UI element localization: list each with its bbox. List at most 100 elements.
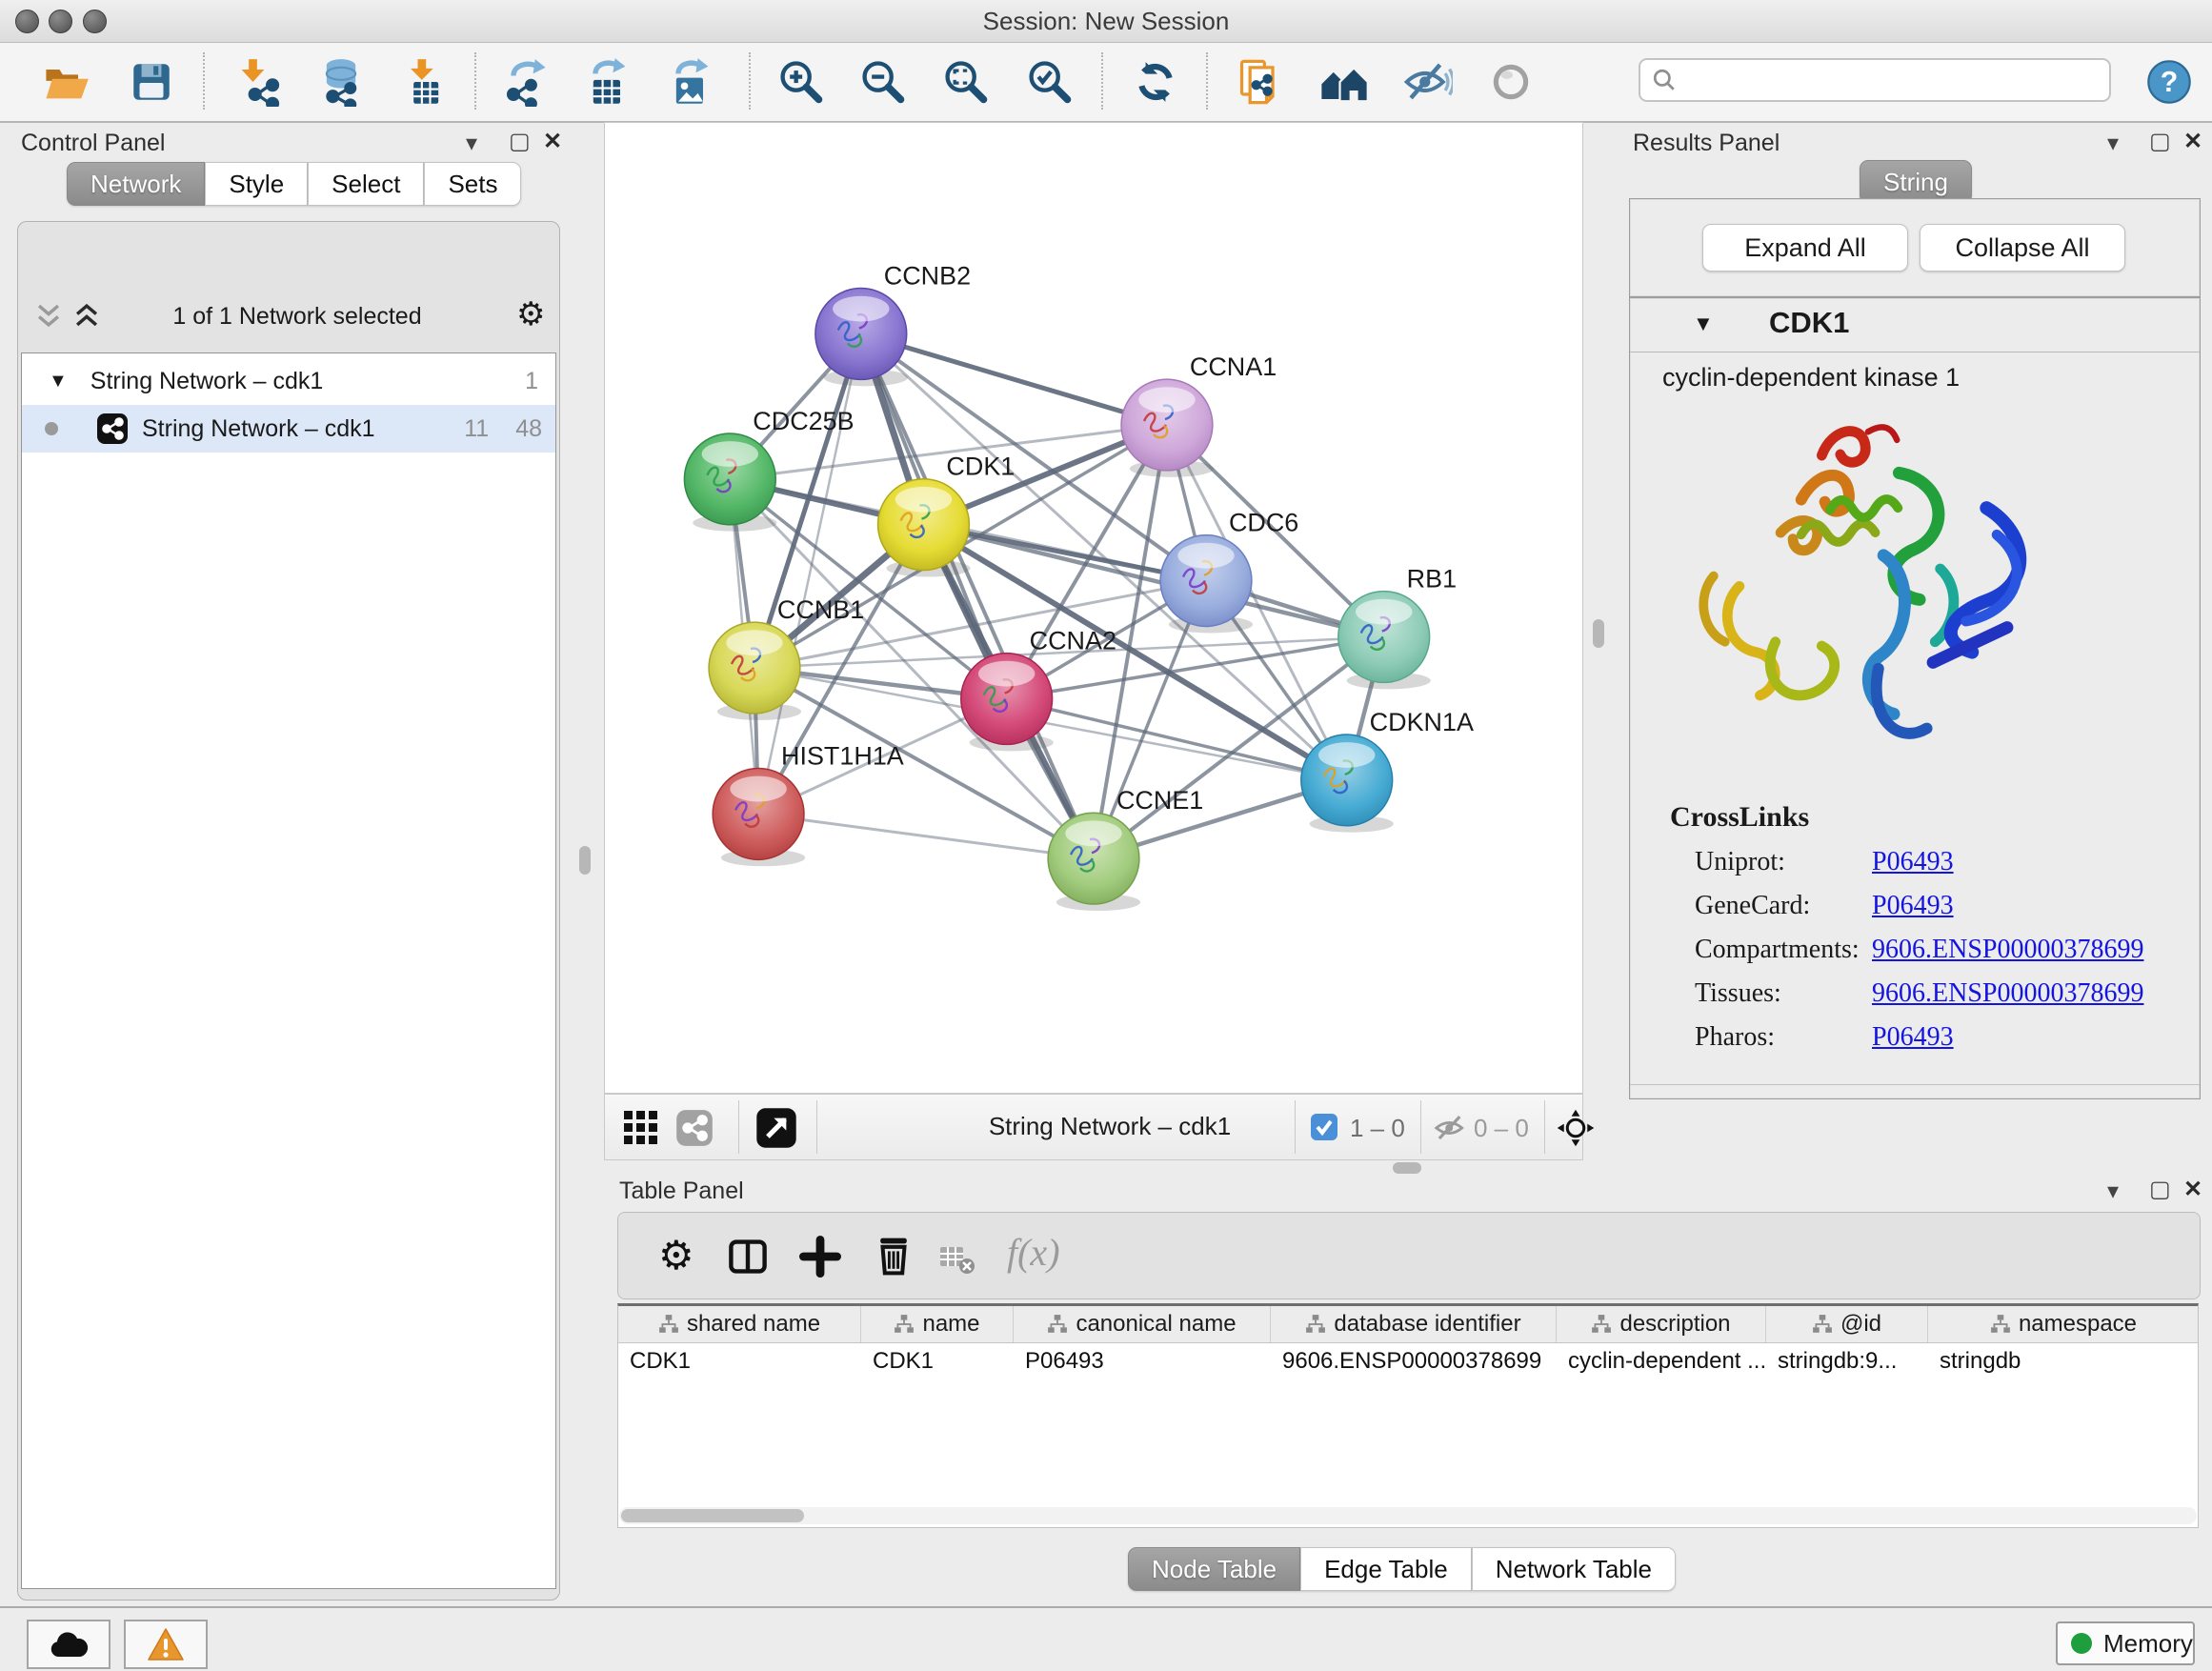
delete-column-icon[interactable] (872, 1234, 915, 1278)
control-panel-menu-icon[interactable]: ▾ (466, 130, 477, 157)
open-file-browser-button[interactable] (1229, 50, 1292, 113)
left-splitter-handle[interactable] (579, 846, 591, 875)
results-panel-menu-icon[interactable]: ▾ (2107, 130, 2119, 157)
network-node-CCNB2[interactable]: CCNB2 (815, 262, 971, 387)
hide-glyphs-button[interactable] (1396, 50, 1458, 113)
network-node-HIST1H1A[interactable]: HIST1H1A (713, 742, 904, 867)
column-type-icon (1812, 1314, 1833, 1335)
network-node-CDK1[interactable]: CDK1 (878, 453, 1016, 577)
grid-view-icon[interactable] (622, 1109, 660, 1147)
control-panel-float-icon[interactable]: ▢ (509, 128, 531, 155)
tree-expander-icon[interactable]: ▼ (49, 371, 68, 393)
collapse-all-button[interactable]: Collapse All (1920, 224, 2125, 272)
help-button[interactable]: ? (2138, 50, 2201, 113)
tab-style[interactable]: Style (205, 162, 308, 206)
apply-layout-button[interactable] (1124, 50, 1187, 113)
crosslink-tissues-link[interactable]: 9606.ENSP00000378699 (1872, 978, 2143, 1009)
network-node-CDKN1A[interactable]: CDKN1A (1301, 708, 1474, 833)
crosslink-uniprot-link[interactable]: P06493 (1872, 847, 1954, 877)
table-cell[interactable]: cyclin-dependent ... (1557, 1343, 1766, 1379)
crosslink-label: Pharos: (1695, 1022, 1775, 1053)
crosslink-compartments-link[interactable]: 9606.ENSP00000378699 (1872, 935, 2143, 965)
crosslink-label: GeneCard: (1695, 891, 1810, 921)
show-columns-icon[interactable] (727, 1236, 769, 1278)
save-session-button[interactable] (120, 50, 183, 113)
toolbar-separator (1101, 52, 1103, 110)
column-header-shared-name[interactable]: shared name (618, 1306, 861, 1342)
table-panel-close-icon[interactable]: ✕ (2183, 1176, 2202, 1203)
tab-edge-table[interactable]: Edge Table (1300, 1547, 1472, 1591)
network-row-selected[interactable]: String Network – cdk1 11 48 (22, 405, 555, 453)
table-cell[interactable]: CDK1 (618, 1343, 861, 1379)
table-cell[interactable]: stringdb:9... (1766, 1343, 1928, 1379)
import-table-from-file-button[interactable] (392, 50, 455, 113)
table-gear-icon[interactable]: ⚙ (658, 1232, 694, 1278)
network-view[interactable]: CCNB2CCNA1CDC25BCDK1CDC6RB1CCNB1CCNA2CDK… (605, 123, 1582, 1093)
string-home-button[interactable] (1313, 50, 1376, 113)
table-horizontal-scrollbar[interactable] (619, 1507, 2197, 1524)
table-panel-menu-icon[interactable]: ▾ (2107, 1178, 2119, 1205)
zoom-in-icon (775, 57, 825, 107)
section-expander-icon[interactable]: ▼ (1693, 312, 1714, 336)
network-canvas[interactable]: CCNB2CCNA1CDC25BCDK1CDC6RB1CCNB1CCNA2CDK… (604, 122, 1583, 1094)
fit-selected-crosshair-icon[interactable] (1556, 1108, 1596, 1148)
tab-sets[interactable]: Sets (424, 162, 521, 206)
expand-all-button[interactable]: Expand All (1702, 224, 1908, 272)
network-node-CCNB1[interactable]: CCNB1 (709, 595, 864, 720)
column-header-description[interactable]: description (1557, 1306, 1766, 1342)
network-node-RB1[interactable]: RB1 (1338, 565, 1457, 690)
expand-all-icon[interactable] (70, 299, 103, 332)
open-in-window-icon[interactable] (755, 1107, 797, 1149)
export-network-button[interactable] (494, 50, 557, 113)
table-cell[interactable]: CDK1 (861, 1343, 1014, 1379)
column-header-name[interactable]: name (861, 1306, 1014, 1342)
crosslink-genecard-link[interactable]: P06493 (1872, 891, 1954, 921)
export-table-button[interactable] (576, 50, 639, 113)
table-panel-float-icon[interactable]: ▢ (2149, 1176, 2171, 1203)
network-node-CDC25B[interactable]: CDC25B (684, 407, 854, 532)
network-edge (861, 333, 1167, 425)
crosslink-pharos-link[interactable]: P06493 (1872, 1022, 1954, 1053)
export-image-button[interactable] (659, 50, 722, 113)
memory-button[interactable]: Memory (2056, 1621, 2195, 1665)
open-session-button[interactable] (34, 50, 97, 113)
search-input[interactable] (1639, 58, 2111, 102)
column-header--id[interactable]: @id (1766, 1306, 1928, 1342)
tab-network[interactable]: Network (67, 162, 205, 206)
network-status-bar: String Network – cdk1 1 – 0 0 – 0 (604, 1094, 1583, 1160)
zoom-fit-button[interactable] (934, 50, 996, 113)
table-cell[interactable]: 9606.ENSP00000378699 (1271, 1343, 1557, 1379)
results-panel-close-icon[interactable]: ✕ (2183, 128, 2202, 155)
column-header-namespace[interactable]: namespace (1928, 1306, 2199, 1342)
column-header-label: name (922, 1311, 979, 1338)
table-cell[interactable]: stringdb (1928, 1343, 2199, 1379)
column-header-database-identifier[interactable]: database identifier (1271, 1306, 1557, 1342)
control-panel-close-icon[interactable]: ✕ (543, 128, 562, 155)
collapse-all-icon[interactable] (32, 299, 65, 332)
import-network-from-database-button[interactable] (310, 50, 372, 113)
network-view-toggle-icon[interactable] (675, 1109, 714, 1147)
network-node-CDC6[interactable]: CDC6 (1160, 509, 1298, 634)
scrollbar-thumb[interactable] (621, 1509, 804, 1522)
network-list-gear-icon[interactable]: ⚙ (516, 295, 545, 333)
cloud-status-button[interactable] (27, 1620, 111, 1669)
column-header-canonical-name[interactable]: canonical name (1014, 1306, 1271, 1342)
edge-count: 48 (515, 415, 542, 443)
zoom-out-button[interactable] (851, 50, 914, 113)
network-collection-row[interactable]: ▼ String Network – cdk1 1 (22, 357, 555, 405)
zoom-selected-icon (1024, 57, 1074, 107)
table-row[interactable]: CDK1CDK1P064939606.ENSP00000378699cyclin… (618, 1343, 2198, 1379)
right-splitter-handle[interactable] (1593, 619, 1604, 648)
create-column-icon[interactable] (799, 1236, 841, 1278)
table-cell[interactable]: P06493 (1014, 1343, 1271, 1379)
tab-network-table[interactable]: Network Table (1472, 1547, 1676, 1591)
results-panel-float-icon[interactable]: ▢ (2149, 128, 2171, 155)
tab-node-table[interactable]: Node Table (1128, 1547, 1300, 1591)
import-network-from-file-button[interactable] (228, 50, 291, 113)
warning-status-button[interactable] (124, 1620, 208, 1669)
zoom-in-button[interactable] (769, 50, 832, 113)
tab-select[interactable]: Select (308, 162, 424, 206)
show-glyphs-button[interactable] (1479, 50, 1542, 113)
zoom-selected-button[interactable] (1017, 50, 1080, 113)
selected-checkbox-icon[interactable] (1310, 1113, 1338, 1141)
